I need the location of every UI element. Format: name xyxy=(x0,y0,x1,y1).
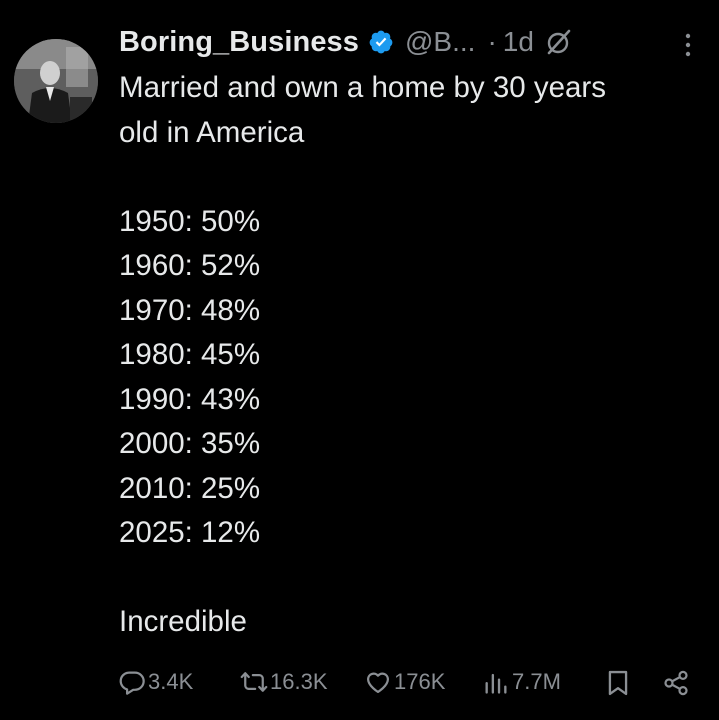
bookmark-button[interactable] xyxy=(604,668,634,698)
author-handle[interactable]: @B... xyxy=(405,26,475,58)
repost-count: 16.3K xyxy=(270,669,328,694)
tweet-line: Incredible xyxy=(119,605,247,638)
tweet-line xyxy=(119,556,709,601)
tweet-line: Married and own a home by 30 years xyxy=(119,71,607,104)
avatar[interactable] xyxy=(14,39,98,123)
tweet-line: 2010: 25% xyxy=(119,471,261,505)
reply-icon xyxy=(119,671,145,695)
tweet-actions: 3.4K 16.3K 176K 7.7M xyxy=(0,668,719,704)
tweet-line: 1980: 45% xyxy=(119,338,261,371)
like-count: 176K xyxy=(394,669,446,694)
heart-icon xyxy=(366,672,390,694)
verified-badge-icon xyxy=(368,29,394,55)
like-button[interactable]: 176K xyxy=(364,668,445,696)
bookmark-icon xyxy=(608,670,628,696)
views-chart-icon xyxy=(485,673,507,694)
post-time[interactable]: 1d xyxy=(503,26,534,58)
share-icon xyxy=(664,670,688,696)
separator-dot: · xyxy=(487,26,497,57)
share-button[interactable] xyxy=(662,668,692,698)
author-name[interactable]: Boring_Business xyxy=(119,26,359,59)
repost-icon xyxy=(240,672,268,692)
avatar-photo xyxy=(14,39,98,123)
view-count: 7.7M xyxy=(512,669,561,694)
tweet-text: Married and own a home by 30 years old i… xyxy=(119,66,709,645)
grok-icon[interactable] xyxy=(544,27,574,57)
tweet-line: 1990: 43% xyxy=(119,382,261,416)
tweet-header: Boring_Business @B... · 1d xyxy=(119,22,574,62)
tweet-line: 1950: 50% xyxy=(119,204,261,238)
tweet-line: 1960: 52% xyxy=(119,249,261,282)
tweet-line: 2000: 35% xyxy=(119,427,261,460)
reply-count: 3.4K xyxy=(148,669,194,694)
reply-button[interactable]: 3.4K xyxy=(118,668,193,696)
tweet-line: old in America xyxy=(119,115,305,149)
tweet-line: 2025: 12% xyxy=(119,516,261,549)
repost-button[interactable]: 16.3K xyxy=(240,668,328,696)
more-options-icon[interactable] xyxy=(678,30,698,60)
tweet-line: 1970: 48% xyxy=(119,293,261,327)
tweet-line xyxy=(119,155,709,200)
views-button[interactable]: 7.7M xyxy=(482,668,561,696)
